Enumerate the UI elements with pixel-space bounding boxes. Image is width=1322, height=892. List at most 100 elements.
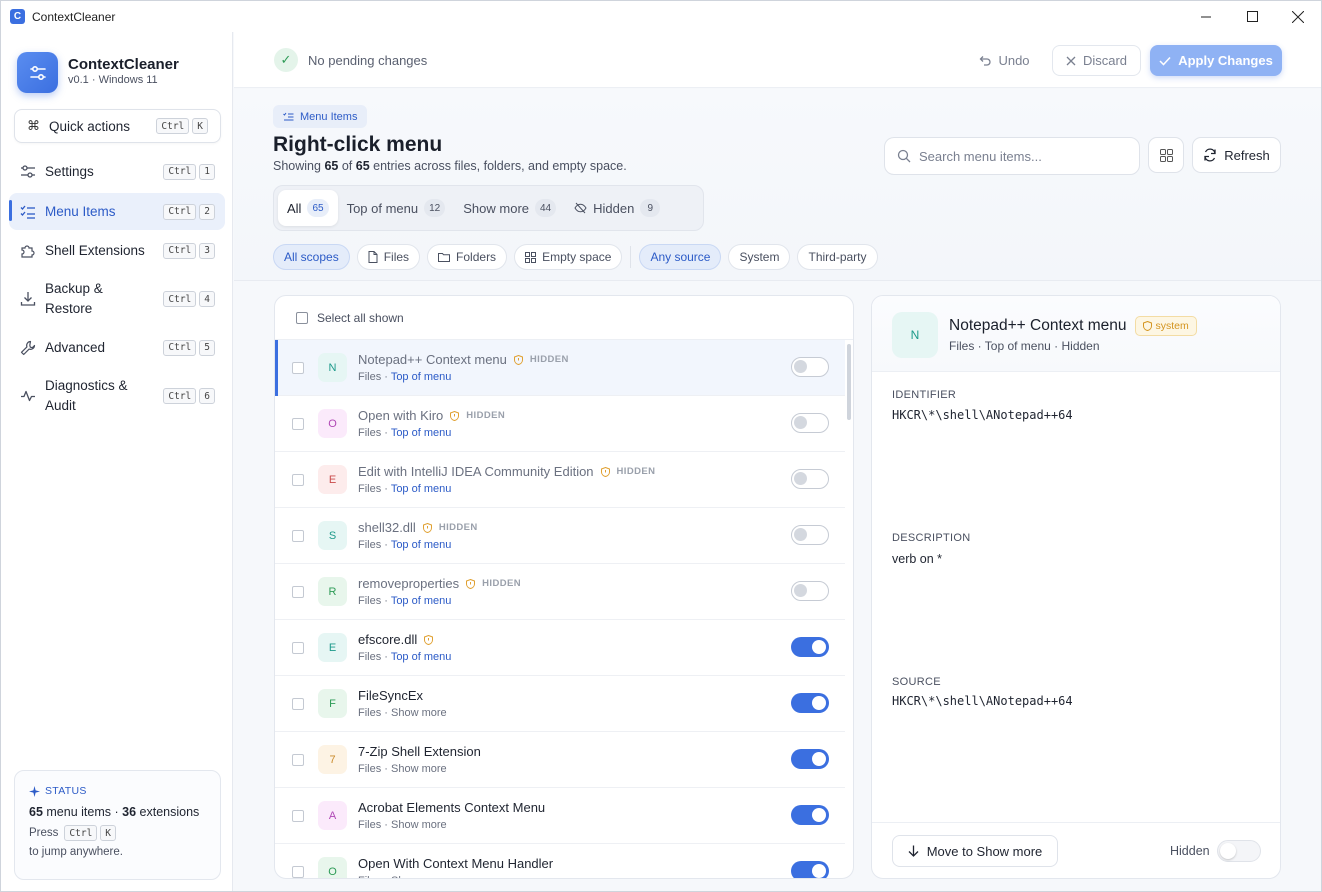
- select-all-label[interactable]: Select all shown: [317, 311, 404, 325]
- item-enable-toggle[interactable]: [791, 637, 829, 657]
- row-checkbox[interactable]: [292, 586, 304, 598]
- list-item[interactable]: E Edit with IntelliJ IDEA Community Editi…: [275, 452, 845, 508]
- main-content: ✓ No pending changes Undo Discard Apply …: [234, 32, 1321, 891]
- sidebar-item-menu-items[interactable]: Menu Items Ctrl 2: [9, 193, 225, 230]
- list-item[interactable]: O Open with Kiro HIDDEN Files · Top of menu: [275, 396, 845, 452]
- list-item[interactable]: N Notepad++ Context menu HIDDEN Files · Top…: [275, 340, 845, 396]
- item-title: Notepad++ Context menu HIDDEN: [358, 352, 569, 367]
- list-scrollbar[interactable]: [847, 344, 851, 420]
- scope-chip-files[interactable]: Files: [356, 244, 421, 270]
- arrow-down-icon: [908, 845, 919, 857]
- item-enable-toggle[interactable]: [791, 805, 829, 825]
- row-checkbox[interactable]: [292, 474, 304, 486]
- extensions-count: 36: [122, 805, 137, 819]
- row-checkbox[interactable]: [292, 698, 304, 710]
- list-item[interactable]: F FileSyncEx Files · Show more: [275, 676, 845, 732]
- tab-label: All: [287, 200, 302, 216]
- row-checkbox[interactable]: [292, 754, 304, 766]
- tab-count: 44: [535, 199, 557, 217]
- item-scope: Files: [358, 595, 382, 607]
- sidebar-item-diagnostics-audit[interactable]: Diagnostics & Audit Ctrl 6: [9, 368, 225, 424]
- row-checkbox[interactable]: [292, 418, 304, 430]
- item-name: Edit with IntelliJ IDEA Community Editio…: [358, 464, 594, 479]
- item-enable-toggle[interactable]: [791, 581, 829, 601]
- item-avatar: A: [318, 801, 347, 830]
- chip-label: Files: [383, 250, 410, 264]
- sidebar-item-backup-restore[interactable]: Backup & Restore Ctrl 4: [9, 271, 225, 327]
- refresh-button[interactable]: Refresh: [1192, 137, 1281, 173]
- item-meta: Files · Top of menu: [358, 595, 452, 607]
- sidebar-item-advanced[interactable]: Advanced Ctrl 5: [9, 329, 225, 366]
- tab-top-of-menu[interactable]: Top of menu 12: [338, 190, 455, 226]
- close-button[interactable]: [1275, 1, 1321, 32]
- item-title: Edit with IntelliJ IDEA Community Editio…: [358, 464, 655, 479]
- apply-changes-button[interactable]: Apply Changes: [1150, 45, 1282, 76]
- hidden-toggle[interactable]: [1217, 840, 1261, 862]
- tab-hidden[interactable]: Hidden 9: [565, 190, 669, 226]
- search-input[interactable]: [919, 148, 1119, 164]
- chip-label: System: [739, 250, 780, 264]
- item-enable-toggle[interactable]: [791, 749, 829, 769]
- list-item[interactable]: Rremoveproperties HIDDEN Files · Top of me…: [275, 564, 845, 620]
- folder-icon: [438, 252, 451, 262]
- refresh-label: Refresh: [1224, 147, 1270, 163]
- menu-items-list: Select all shown N Notepad++ Context menu…: [274, 295, 854, 879]
- item-title: Open with Kiro HIDDEN: [358, 408, 505, 423]
- list-item[interactable]: Eefscore.dll Files · Top of menu: [275, 620, 845, 676]
- item-enable-toggle[interactable]: [791, 357, 829, 377]
- sidebar-item-shell-extensions[interactable]: Shell Extensions Ctrl 3: [9, 232, 225, 269]
- source-chip-third-party[interactable]: Third-party: [797, 244, 878, 270]
- list-item[interactable]: Sshell32.dll HIDDEN Files · Top of menu: [275, 508, 845, 564]
- chip-label: Third-party: [808, 250, 867, 264]
- item-enable-toggle[interactable]: [791, 861, 829, 878]
- move-to-show-more-button[interactable]: Move to Show more: [892, 835, 1058, 867]
- maximize-button[interactable]: [1229, 1, 1275, 32]
- status-jump: to jump anywhere.: [29, 846, 123, 858]
- tab-all[interactable]: All 65: [278, 190, 338, 226]
- row-checkbox[interactable]: [292, 866, 304, 878]
- item-avatar: R: [318, 577, 347, 606]
- row-checkbox[interactable]: [292, 530, 304, 542]
- row-checkbox[interactable]: [292, 362, 304, 374]
- tab-count: 12: [424, 199, 446, 217]
- activity-icon: [20, 388, 36, 404]
- item-enable-toggle[interactable]: [791, 469, 829, 489]
- filter-tabs: All 65 Top of menu 12 Show more 44 Hidden 9: [273, 185, 704, 231]
- source-chip-system[interactable]: System: [728, 244, 791, 270]
- chip-label: Folders: [456, 250, 497, 264]
- select-all-checkbox[interactable]: [296, 311, 308, 324]
- search-box[interactable]: [884, 137, 1140, 175]
- quick-actions-button[interactable]: ⌘ Quick actions Ctrl K: [14, 109, 221, 143]
- item-enable-toggle[interactable]: [791, 525, 829, 545]
- description-value: verb on *: [892, 552, 943, 566]
- scope-chip-folders[interactable]: Folders: [427, 244, 508, 270]
- list-item[interactable]: A Acrobat Elements Context Menu Files · Sh…: [275, 788, 845, 844]
- row-checkbox[interactable]: [292, 642, 304, 654]
- undo-button[interactable]: Undo: [971, 45, 1037, 76]
- discard-button[interactable]: Discard: [1052, 45, 1141, 76]
- window-title: ContextCleaner: [32, 9, 116, 24]
- scope-chip-all-scopes[interactable]: All scopes: [273, 244, 350, 270]
- item-scope: Files: [358, 371, 382, 383]
- list-item[interactable]: 7 7-Zip Shell Extension Files · Show more: [275, 732, 845, 788]
- source-chip-any-source[interactable]: Any source: [639, 244, 722, 270]
- row-checkbox[interactable]: [292, 810, 304, 822]
- tab-show-more[interactable]: Show more 44: [454, 190, 565, 226]
- minimize-button-2[interactable]: [1183, 1, 1229, 32]
- hidden-tag: HIDDEN: [466, 410, 506, 421]
- list-item[interactable]: O Open With Context Menu Handler Files · S…: [275, 844, 845, 878]
- quick-actions-shortcut: Ctrl K: [153, 118, 208, 134]
- scope-chip-empty-space[interactable]: Empty space: [514, 244, 623, 270]
- view-toggle-button[interactable]: [1148, 137, 1184, 173]
- kbd-key: K: [192, 118, 208, 134]
- item-name: efscore.dll: [358, 632, 418, 647]
- breadcrumb[interactable]: Menu Items: [273, 105, 368, 128]
- shield-icon: [513, 354, 523, 365]
- item-scope: Files: [358, 483, 382, 495]
- sidebar-item-settings[interactable]: Settings Ctrl 1: [9, 153, 225, 190]
- shield-icon: [450, 410, 460, 421]
- item-enable-toggle[interactable]: [791, 693, 829, 713]
- kbd-key: Ctrl: [163, 163, 197, 180]
- item-enable-toggle[interactable]: [791, 413, 829, 433]
- item-name: Acrobat Elements Context Menu: [358, 800, 546, 815]
